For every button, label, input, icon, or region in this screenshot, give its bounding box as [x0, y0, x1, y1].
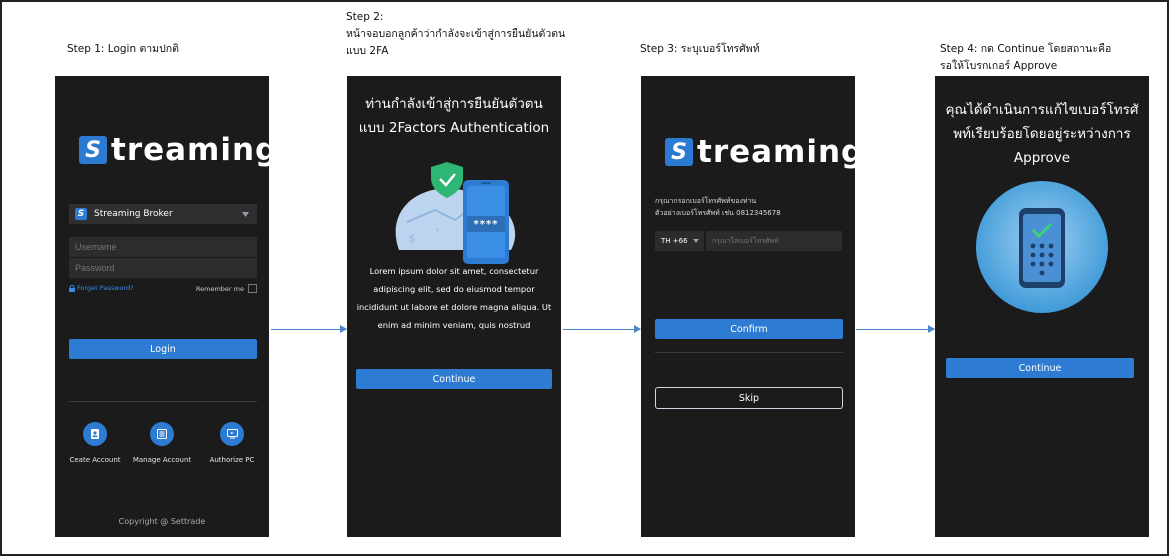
heading-line-1: คุณได้ดำเนินการแก้ไขเบอร์โทรศั: [945, 102, 1139, 118]
id-card-icon: [91, 429, 99, 439]
country-code-value: TH +66: [661, 237, 688, 245]
monitor-icon: [226, 429, 238, 439]
screen-2fa-intro: ท่านกำลังเข้าสู่การยืนยันตัวตน แบบ 2Fact…: [347, 76, 561, 537]
manage-account-button[interactable]: [150, 422, 174, 446]
continue-button[interactable]: Continue: [356, 369, 552, 389]
password-input[interactable]: [69, 258, 257, 278]
heading-line-2: พท์เรียบร้อยโดยอยู่ระหว่างการ: [953, 126, 1131, 142]
manage-account-label: Manage Account: [132, 456, 192, 464]
remember-me-label: Remember me: [195, 284, 244, 293]
phone-verified-illustration: [976, 181, 1108, 313]
streaming-logo: S treaming: [79, 132, 269, 168]
body-line-2: adipiscing elit, sed do eiusmod tempor: [373, 284, 535, 294]
logo-wordmark: treaming: [111, 132, 269, 168]
lock-icon: [69, 284, 75, 292]
step1-title: Step 1: Login ตามปกติ: [67, 43, 179, 55]
country-code-select[interactable]: TH +66: [655, 231, 704, 251]
create-account-button[interactable]: [83, 422, 107, 446]
broker-select-value: Streaming Broker: [94, 209, 173, 219]
skip-button[interactable]: Skip: [655, 387, 843, 409]
body-line-4: enim ad minim veniam, quis nostrud: [377, 320, 531, 330]
phone-number-input[interactable]: [706, 231, 842, 251]
divider: [69, 401, 257, 402]
body-line-1: Lorem ipsum dolor sit amet, consectetur: [369, 266, 539, 276]
forget-password-link[interactable]: Forget Password?: [69, 284, 134, 292]
heading-line-2: แบบ 2Factors Authentication: [358, 120, 550, 136]
logo-mark: S: [79, 136, 107, 164]
step3-title: Step 3: ระบุเบอร์โทรศัพท์: [640, 43, 760, 55]
authorize-pc-button[interactable]: [220, 422, 244, 446]
list-icon: [157, 429, 167, 439]
chevron-down-icon: [242, 212, 249, 217]
login-button[interactable]: Login: [69, 339, 257, 359]
heading-line-1: ท่านกำลังเข้าสู่การยืนยันตัวตน: [365, 96, 543, 112]
flow-arrow-2: [563, 325, 641, 333]
continue-button[interactable]: Continue: [946, 358, 1134, 378]
authorize-pc-label: Authorize PC: [209, 456, 255, 464]
body-line-3: incididunt ut labore et dolore magna ali…: [356, 302, 552, 312]
forget-password-label: Forget Password?: [77, 284, 134, 292]
screen-phone-entry: S treaming กรุณากรอกเบอร์โทรศัพท์ของท่าน…: [641, 76, 855, 537]
confirm-button[interactable]: Confirm: [655, 319, 843, 339]
svg-text:+: +: [435, 227, 440, 234]
svg-text:$: $: [409, 234, 415, 245]
step4-title: Step 4: กด Continue โดยสถานะคือ รอให้โบร…: [940, 43, 1112, 72]
phone-pin-text: ****: [473, 219, 499, 230]
chevron-down-icon: [693, 239, 699, 243]
logo-wordmark: treaming: [697, 134, 855, 170]
broker-logo-icon: S: [75, 208, 87, 220]
flow-arrow-1: [271, 325, 347, 333]
username-input[interactable]: [69, 237, 257, 257]
instruction-line-1: กรุณากรอกเบอร์โทรศัพท์ของท่าน: [655, 197, 757, 205]
security-phone-illustration: $ +: [395, 162, 516, 264]
streaming-logo: S treaming: [665, 134, 855, 170]
copyright: Copyright @ Settrade: [118, 517, 206, 526]
screen-awaiting-approval: คุณได้ดำเนินการแก้ไขเบอร์โทรศั พท์เรียบร…: [935, 76, 1149, 537]
step2-title: Step 2: หน้าจอบอกลูกค้าว่ากำลังจะเข้าสู่…: [346, 11, 566, 57]
heading-line-3: Approve: [1013, 150, 1071, 166]
logo-mark: S: [665, 138, 693, 166]
instruction-line-2: ตัวอย่างเบอร์โทรศัพท์ เช่น 0812345678: [655, 209, 781, 217]
divider: [655, 352, 843, 353]
remember-me-checkbox[interactable]: [248, 284, 257, 293]
broker-select[interactable]: S Streaming Broker: [69, 204, 257, 224]
remember-me[interactable]: Remember me: [196, 284, 257, 293]
flow-arrow-3: [856, 325, 935, 333]
screen-login: S treaming S Streaming Broker Forget Pas…: [55, 76, 269, 537]
